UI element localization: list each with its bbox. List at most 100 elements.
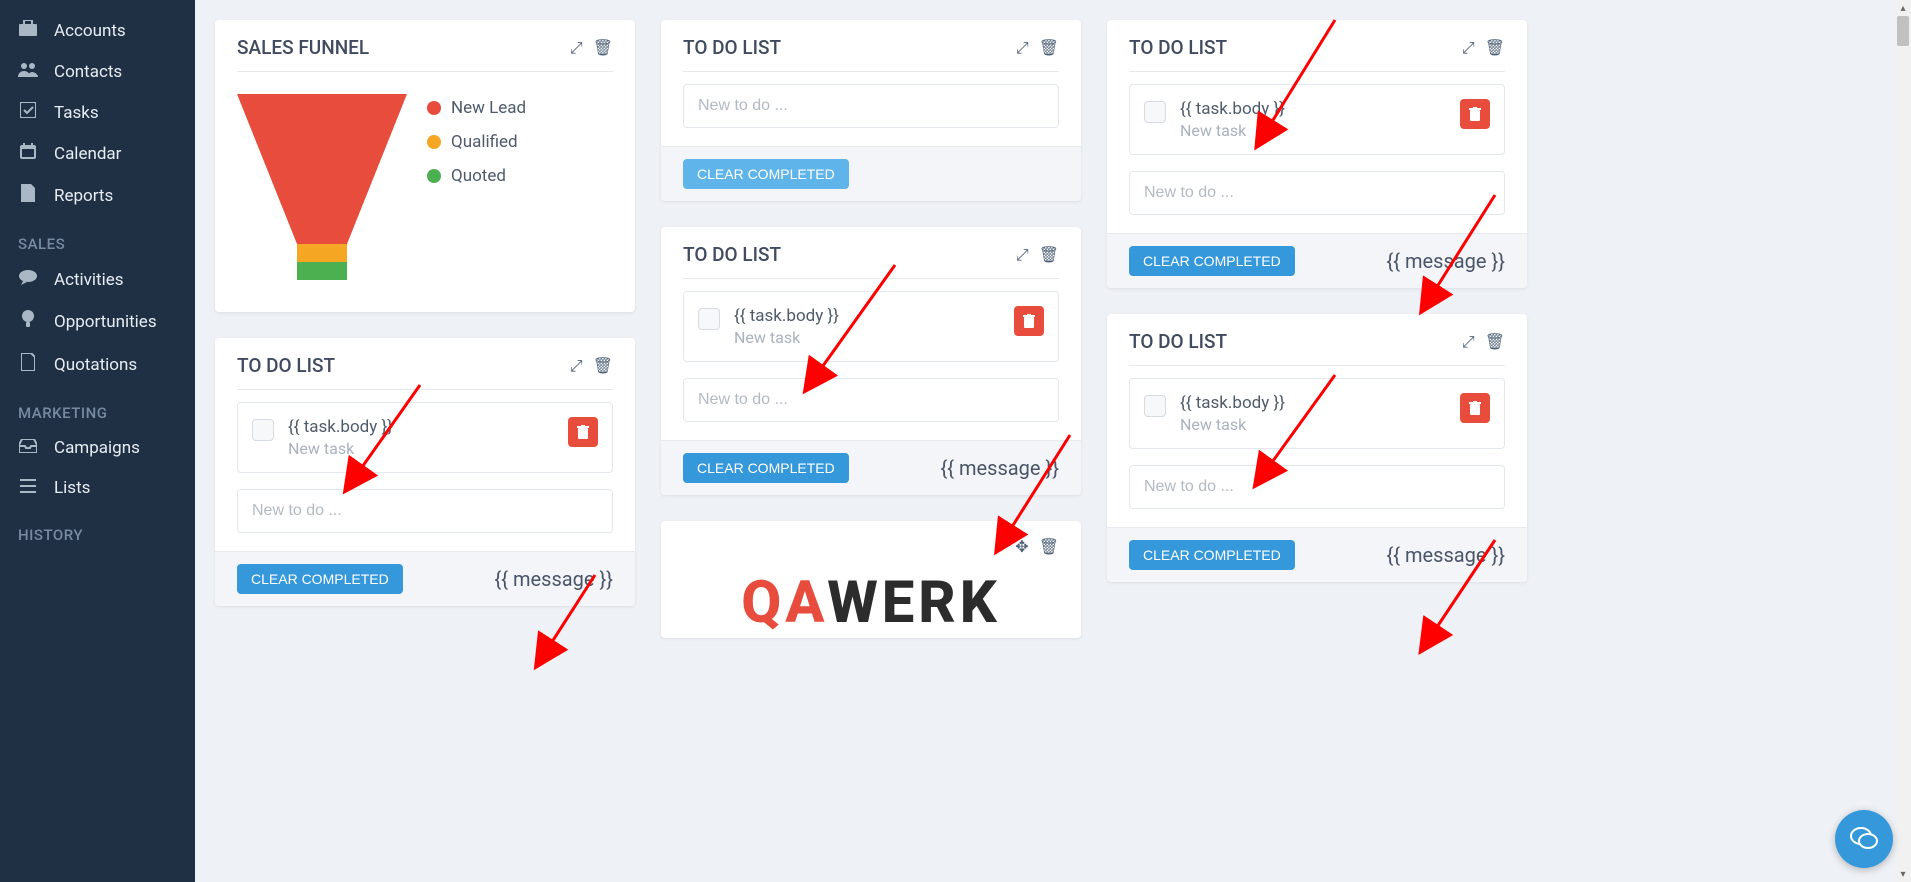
trash-icon[interactable]: 🗑 xyxy=(1039,245,1059,265)
scrollbar-track[interactable]: ▴ ▾ xyxy=(1895,0,1911,882)
sidebar-item-label: Tasks xyxy=(54,103,99,123)
card-todo-3a: TO DO LIST ⤢ 🗑 {{ task.body }} New ta xyxy=(1107,20,1527,288)
task-row: {{ task.body }} New task xyxy=(1129,378,1505,449)
delete-task-button[interactable] xyxy=(1460,393,1490,423)
message-text: {{ message }} xyxy=(941,456,1060,480)
clear-completed-button[interactable]: CLEAR COMPLETED xyxy=(237,564,403,594)
logo-qa: QA xyxy=(741,569,827,637)
trash-icon[interactable]: 🗑 xyxy=(593,38,613,58)
trash-icon xyxy=(1469,107,1481,121)
delete-task-button[interactable] xyxy=(568,417,598,447)
scroll-up-button[interactable]: ▴ xyxy=(1895,0,1911,16)
dot-icon xyxy=(427,135,441,149)
task-checkbox[interactable] xyxy=(698,308,720,330)
clear-completed-button[interactable]: CLEAR COMPLETED xyxy=(683,453,849,483)
calendar-icon xyxy=(18,143,38,164)
divider xyxy=(683,71,1059,72)
briefcase-icon xyxy=(18,20,38,41)
clear-completed-button[interactable]: CLEAR COMPLETED xyxy=(1129,540,1295,570)
new-todo-input[interactable] xyxy=(683,378,1059,422)
sidebar-item-calendar[interactable]: Calendar xyxy=(0,133,195,174)
expand-icon[interactable]: ⤢ xyxy=(1462,38,1475,58)
new-todo-input[interactable] xyxy=(237,489,613,533)
trash-icon[interactable]: 🗑 xyxy=(1039,537,1059,556)
sidebar-heading-sales: SALES xyxy=(0,217,195,259)
expand-icon[interactable]: ⤢ xyxy=(1016,38,1029,58)
scrollbar-thumb[interactable] xyxy=(1897,16,1909,46)
task-body-text: {{ task.body }} xyxy=(288,417,554,437)
sidebar-item-quotations[interactable]: Quotations xyxy=(0,343,195,386)
legend-item: Quoted xyxy=(427,166,526,186)
message-text: {{ message }} xyxy=(1387,249,1506,273)
task-subtext: New task xyxy=(1180,415,1446,434)
list-icon xyxy=(18,478,38,498)
new-todo-input[interactable] xyxy=(683,84,1059,128)
sidebar-item-contacts[interactable]: Contacts xyxy=(0,51,195,92)
main-content: SALES FUNNEL ⤢ 🗑 xyxy=(195,0,1911,882)
legend-label: Qualified xyxy=(451,132,518,152)
sidebar-item-lists[interactable]: Lists xyxy=(0,468,195,508)
card-title: TO DO LIST xyxy=(683,36,1016,59)
task-subtext: New task xyxy=(288,439,554,458)
trash-icon[interactable]: 🗑 xyxy=(1485,332,1505,352)
scroll-down-button[interactable]: ▾ xyxy=(1895,866,1911,882)
expand-icon[interactable]: ⤢ xyxy=(570,38,583,58)
delete-task-button[interactable] xyxy=(1014,306,1044,336)
users-icon xyxy=(18,61,38,82)
delete-task-button[interactable] xyxy=(1460,99,1490,129)
sidebar-item-opportunities[interactable]: Opportunities xyxy=(0,300,195,343)
sidebar-item-activities[interactable]: Activities xyxy=(0,259,195,300)
new-todo-input[interactable] xyxy=(1129,171,1505,215)
logo-werk: WERK xyxy=(827,569,1001,637)
clear-completed-button[interactable]: CLEAR COMPLETED xyxy=(683,159,849,189)
expand-icon[interactable]: ⤢ xyxy=(1462,332,1475,352)
divider xyxy=(237,71,613,72)
dashboard-grid: SALES FUNNEL ⤢ 🗑 xyxy=(215,20,1891,638)
divider xyxy=(237,389,613,390)
sidebar-item-label: Reports xyxy=(54,186,113,206)
file-bar-icon xyxy=(18,184,38,207)
sidebar-item-label: Calendar xyxy=(54,144,121,164)
sidebar-item-reports[interactable]: Reports xyxy=(0,174,195,217)
expand-icon[interactable]: ⤢ xyxy=(570,356,583,376)
card-title: TO DO LIST xyxy=(1129,330,1462,353)
move-icon[interactable]: ✥ xyxy=(1015,537,1028,556)
card-title: TO DO LIST xyxy=(237,354,570,377)
card-todo-2b: TO DO LIST ⤢ 🗑 {{ task.body }} New ta xyxy=(661,227,1081,495)
card-title: TO DO LIST xyxy=(683,243,1016,266)
task-checkbox[interactable] xyxy=(1144,101,1166,123)
trash-icon[interactable]: 🗑 xyxy=(1485,38,1505,58)
dashboard-col-3: TO DO LIST ⤢ 🗑 {{ task.body }} New ta xyxy=(1107,20,1527,582)
expand-icon[interactable]: ⤢ xyxy=(1016,245,1029,265)
divider xyxy=(1129,71,1505,72)
dot-icon xyxy=(427,169,441,183)
legend-item: Qualified xyxy=(427,132,526,152)
task-body-text: {{ task.body }} xyxy=(734,306,1000,326)
sidebar-item-label: Opportunities xyxy=(54,312,157,332)
task-checkbox[interactable] xyxy=(1144,395,1166,417)
chat-button[interactable] xyxy=(1835,810,1893,868)
sidebar-item-accounts[interactable]: Accounts xyxy=(0,10,195,51)
sidebar-heading-history: HISTORY xyxy=(0,508,195,550)
card-qawerk: ✥ 🗑 QAWERK xyxy=(661,521,1081,638)
new-todo-input[interactable] xyxy=(1129,465,1505,509)
sidebar-heading-marketing: MARKETING xyxy=(0,386,195,428)
message-text: {{ message }} xyxy=(1387,543,1506,567)
clear-completed-button[interactable]: CLEAR COMPLETED xyxy=(1129,246,1295,276)
card-title: TO DO LIST xyxy=(1129,36,1462,59)
bulb-icon xyxy=(18,310,38,333)
chat-icon xyxy=(1850,826,1878,852)
dashboard-col-2: TO DO LIST ⤢ 🗑 CLEAR COMPLETED xyxy=(661,20,1081,638)
sidebar-item-tasks[interactable]: Tasks xyxy=(0,92,195,133)
check-square-icon xyxy=(18,102,38,123)
trash-icon[interactable]: 🗑 xyxy=(593,356,613,376)
message-text: {{ message }} xyxy=(495,567,614,591)
task-body-text: {{ task.body }} xyxy=(1180,393,1446,413)
task-subtext: New task xyxy=(1180,121,1446,140)
inbox-icon xyxy=(18,438,38,458)
task-checkbox[interactable] xyxy=(252,419,274,441)
trash-icon[interactable]: 🗑 xyxy=(1039,38,1059,58)
sidebar: Accounts Contacts Tasks Calendar Reports xyxy=(0,0,195,882)
sidebar-item-campaigns[interactable]: Campaigns xyxy=(0,428,195,468)
card-sales-funnel: SALES FUNNEL ⤢ 🗑 xyxy=(215,20,635,312)
